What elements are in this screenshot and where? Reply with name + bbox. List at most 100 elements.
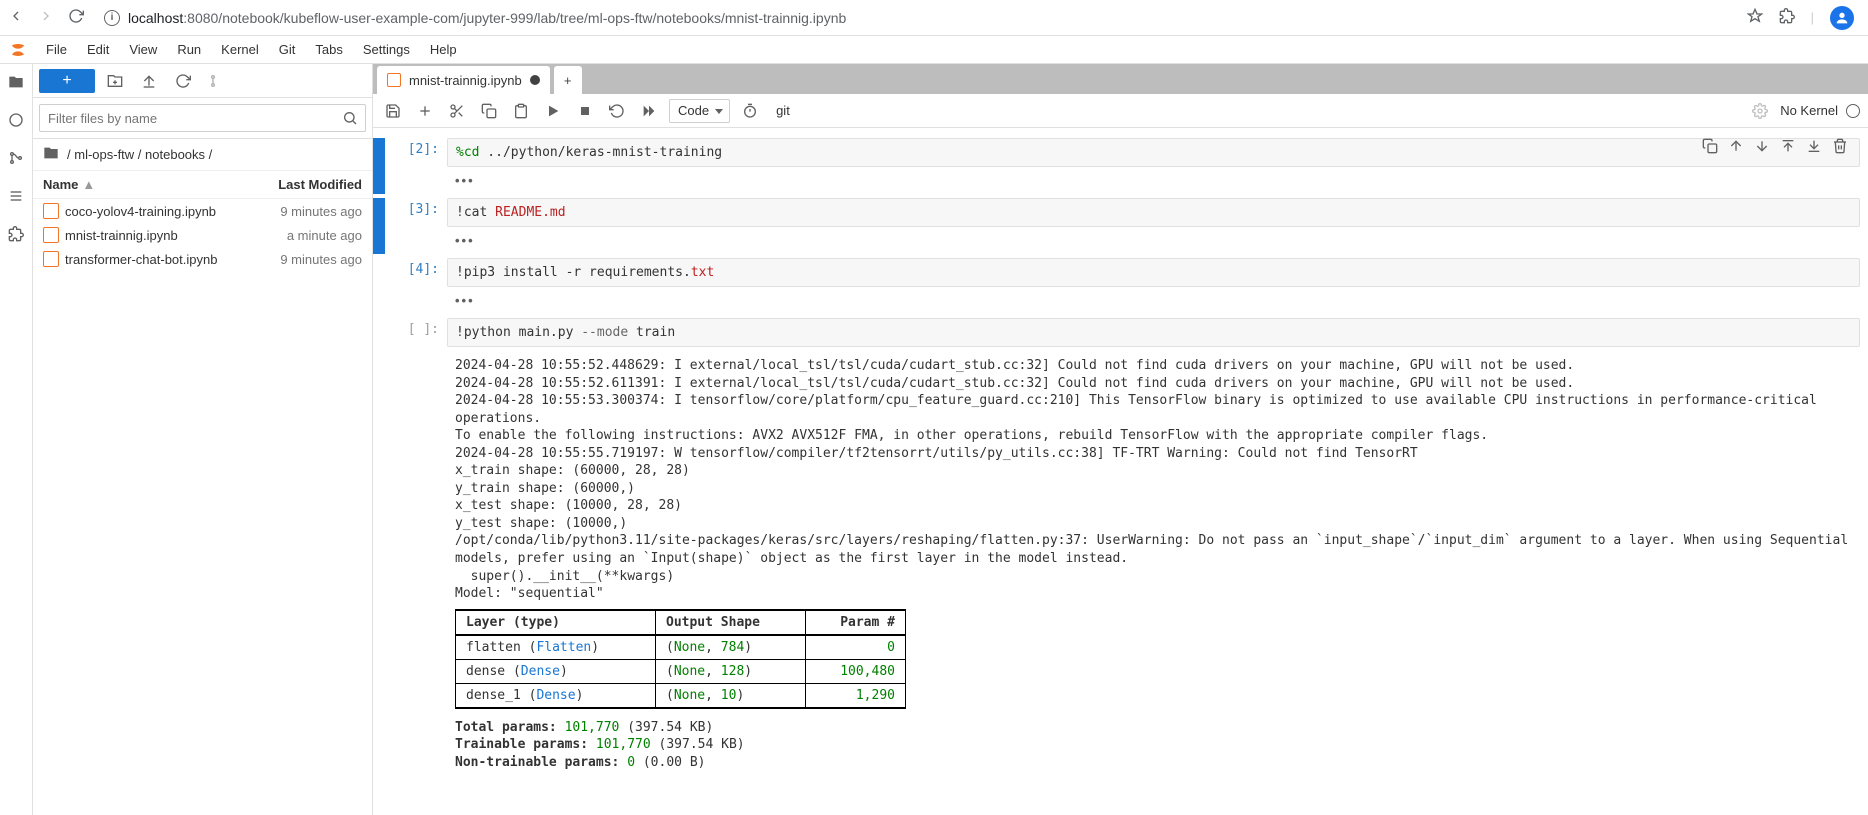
toc-icon[interactable] <box>6 186 26 206</box>
notebook-tab[interactable]: mnist-trainnig.ipynb <box>377 66 550 94</box>
forward-icon[interactable] <box>38 8 54 27</box>
code-input[interactable]: !cat README.md <box>447 198 1860 227</box>
settings-icon[interactable] <box>1748 99 1772 123</box>
file-name: coco-yolov4-training.ipynb <box>65 204 242 219</box>
output-prompt <box>385 351 447 773</box>
menu-tabs[interactable]: Tabs <box>305 38 352 61</box>
header-name-label[interactable]: Name <box>43 177 78 192</box>
git-icon[interactable] <box>6 148 26 168</box>
move-down-icon[interactable] <box>1754 138 1770 157</box>
breadcrumb-part[interactable]: ml-ops-ftw <box>74 147 138 162</box>
file-toolbar: + <box>33 64 372 98</box>
kernel-status-label[interactable]: No Kernel <box>1780 103 1838 118</box>
notebook-file-icon <box>43 227 59 243</box>
profile-avatar[interactable] <box>1830 6 1854 30</box>
tab-title: mnist-trainnig.ipynb <box>409 73 522 88</box>
notebook-content: [2]: %cd ../python/keras-mnist-training … <box>373 128 1868 815</box>
code-cell[interactable]: [4]: !pip3 install -r requirements.txt •… <box>373 256 1868 316</box>
running-icon[interactable] <box>6 110 26 130</box>
collapsed-output[interactable]: ••• <box>447 167 1860 194</box>
file-list-header: Name ▲ Last Modified <box>33 170 372 199</box>
bookmark-icon[interactable] <box>1747 8 1763 27</box>
menu-kernel[interactable]: Kernel <box>211 38 269 61</box>
menu-help[interactable]: Help <box>420 38 467 61</box>
params-summary: Total params: 101,770 (397.54 KB) Traina… <box>447 713 1860 774</box>
th-layer: Layer (type) <box>456 610 656 635</box>
insert-cell-icon[interactable] <box>413 99 437 123</box>
notebook-icon <box>387 73 401 87</box>
timer-icon[interactable] <box>738 99 762 123</box>
notebook-file-icon <box>43 251 59 267</box>
code-input[interactable]: %cd ../python/keras-mnist-training <box>447 138 1860 167</box>
file-item[interactable]: transformer-chat-bot.ipynb 9 minutes ago <box>33 247 372 271</box>
insert-below-icon[interactable] <box>1806 138 1822 157</box>
extension-manager-icon[interactable] <box>6 224 26 244</box>
filter-files-input[interactable] <box>39 104 366 132</box>
extensions-icon[interactable] <box>1779 8 1795 27</box>
menu-run[interactable]: Run <box>167 38 211 61</box>
git-toolbar-label[interactable]: git <box>776 103 790 118</box>
paste-icon[interactable] <box>509 99 533 123</box>
notebook-toolbar: Code git No Kernel <box>373 94 1868 128</box>
file-item[interactable]: coco-yolov4-training.ipynb 9 minutes ago <box>33 199 372 223</box>
menu-file[interactable]: File <box>36 38 77 61</box>
run-icon[interactable] <box>541 99 565 123</box>
code-cell[interactable]: [2]: %cd ../python/keras-mnist-training … <box>373 136 1868 196</box>
menu-edit[interactable]: Edit <box>77 38 119 61</box>
new-folder-icon[interactable] <box>101 69 129 93</box>
cell-prompt: [ ]: <box>385 318 447 347</box>
cell-type-select[interactable]: Code <box>669 99 730 123</box>
interrupt-icon[interactable] <box>573 99 597 123</box>
breadcrumb-part[interactable]: / <box>138 147 145 162</box>
model-summary-table: Layer (type) Output Shape Param # flatte… <box>455 609 906 709</box>
new-tab-button[interactable]: + <box>554 66 582 94</box>
folder-icon <box>43 145 59 164</box>
duplicate-icon[interactable] <box>1702 138 1718 157</box>
th-shape: Output Shape <box>656 610 806 635</box>
code-cell[interactable]: [ ]: !python main.py --mode train <box>373 316 1868 349</box>
git-toolbar-icon[interactable] <box>203 69 231 93</box>
code-cell[interactable]: [3]: !cat README.md ••• <box>373 196 1868 256</box>
notebook-file-icon <box>43 203 59 219</box>
back-icon[interactable] <box>8 8 24 27</box>
insert-above-icon[interactable] <box>1780 138 1796 157</box>
url-text: localhost:8080/notebook/kubeflow-user-ex… <box>128 10 846 26</box>
restart-run-all-icon[interactable] <box>637 99 661 123</box>
menu-view[interactable]: View <box>119 38 167 61</box>
cell-prompt: [2]: <box>385 138 447 194</box>
upload-icon[interactable] <box>135 69 163 93</box>
restart-icon[interactable] <box>605 99 629 123</box>
table-row: flatten (Flatten) (None, 784) 0 <box>456 635 906 660</box>
new-launcher-button[interactable]: + <box>39 69 95 93</box>
copy-icon[interactable] <box>477 99 501 123</box>
file-item[interactable]: mnist-trainnig.ipynb a minute ago <box>33 223 372 247</box>
collapsed-output[interactable]: ••• <box>447 227 1860 254</box>
collapsed-output[interactable]: ••• <box>447 287 1860 314</box>
cut-icon[interactable] <box>445 99 469 123</box>
cell-toolbar <box>1702 138 1848 157</box>
url-bar[interactable]: i localhost:8080/notebook/kubeflow-user-… <box>94 4 1737 32</box>
breadcrumb-part[interactable]: notebooks <box>145 147 209 162</box>
code-input[interactable]: !python main.py --mode train <box>447 318 1860 347</box>
refresh-icon[interactable] <box>169 69 197 93</box>
breadcrumb[interactable]: / ml-ops-ftw / notebooks / <box>33 139 372 170</box>
work-area: mnist-trainnig.ipynb + Code git <box>373 64 1868 815</box>
file-modified: 9 minutes ago <box>242 204 362 219</box>
delete-icon[interactable] <box>1832 138 1848 157</box>
move-up-icon[interactable] <box>1728 138 1744 157</box>
reload-icon[interactable] <box>68 8 84 27</box>
header-modified-label[interactable]: Last Modified <box>242 177 362 192</box>
kernel-indicator-icon[interactable] <box>1846 104 1860 118</box>
menu-settings[interactable]: Settings <box>353 38 420 61</box>
folder-icon[interactable] <box>6 72 26 92</box>
code-input[interactable]: !pip3 install -r requirements.txt <box>447 258 1860 287</box>
cell-prompt: [4]: <box>385 258 447 314</box>
breadcrumb-part[interactable]: / <box>209 147 213 162</box>
file-browser-panel: + / ml-ops-ftw / notebooks / Name ▲ Last <box>33 64 373 815</box>
site-info-icon[interactable]: i <box>104 10 120 26</box>
table-row: dense (Dense) (None, 128) 100,480 <box>456 659 906 683</box>
save-icon[interactable] <box>381 99 405 123</box>
menu-git[interactable]: Git <box>269 38 306 61</box>
cell-prompt: [3]: <box>385 198 447 254</box>
file-name: mnist-trainnig.ipynb <box>65 228 242 243</box>
